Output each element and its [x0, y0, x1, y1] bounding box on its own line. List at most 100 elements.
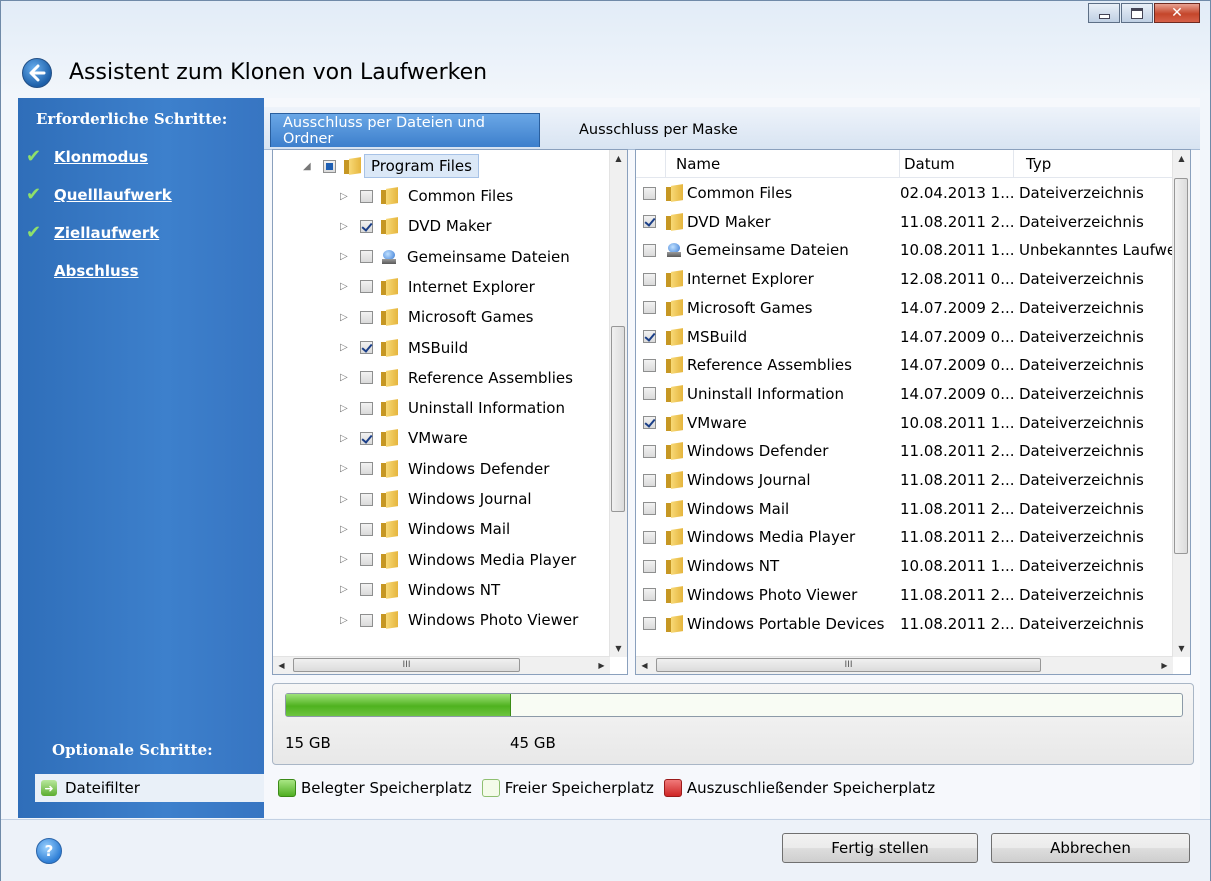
row-checkbox[interactable] — [643, 330, 656, 343]
expand-icon[interactable]: ▷ — [340, 433, 350, 444]
list-row[interactable]: Internet Explorer 12.08.2011 0... Dateiver… — [636, 264, 1174, 294]
tree-checkbox[interactable] — [323, 159, 336, 173]
tree-item[interactable]: ▷ Microsoft Games — [340, 302, 534, 332]
scroll-down-icon[interactable]: ▼ — [1173, 640, 1190, 657]
list-vertical-scrollbar[interactable]: ▲ ▼ — [1172, 150, 1190, 657]
list-row[interactable]: Microsoft Games 14.07.2009 2... Dateiverze… — [636, 293, 1174, 323]
step-quelllaufwerk[interactable]: ✔ Quelllaufwerk — [26, 184, 172, 205]
tree-item[interactable]: ▷ Reference Assemblies — [340, 363, 573, 393]
row-checkbox[interactable] — [643, 444, 656, 458]
column-header-name[interactable]: Name — [666, 150, 900, 177]
expand-icon[interactable]: ▷ — [340, 342, 350, 353]
row-checkbox[interactable] — [643, 617, 656, 630]
row-checkbox[interactable] — [643, 559, 656, 573]
tree-checkbox[interactable] — [360, 310, 373, 324]
expand-icon[interactable]: ▷ — [340, 584, 350, 595]
scroll-thumb[interactable]: III — [293, 658, 520, 672]
row-checkbox[interactable] — [643, 272, 656, 286]
step-klonmodus[interactable]: ✔ Klonmodus — [26, 146, 148, 167]
finish-button[interactable]: Fertig stellen — [782, 833, 978, 863]
step-abschluss[interactable]: Abschluss — [54, 262, 139, 280]
list-row[interactable]: Windows Defender 11.08.2011 2... Dateiverz… — [636, 436, 1174, 466]
row-checkbox[interactable] — [643, 301, 656, 315]
scroll-right-icon[interactable]: ▶ — [1156, 657, 1173, 674]
list-row[interactable]: VMware 10.08.2011 1... Dateiverzeichnis — [636, 408, 1174, 438]
tree-checkbox[interactable] — [360, 401, 373, 415]
scroll-up-icon[interactable]: ▲ — [1173, 150, 1190, 167]
list-row[interactable]: Common Files 02.04.2013 1... Dateiverzeich… — [636, 178, 1174, 208]
back-button[interactable] — [22, 58, 52, 88]
tree-item[interactable]: ▷ Common Files — [340, 181, 513, 211]
expand-icon[interactable]: ▷ — [340, 615, 350, 626]
expand-icon[interactable]: ▷ — [340, 221, 350, 232]
scroll-up-icon[interactable]: ▲ — [610, 150, 627, 167]
tree-checkbox[interactable] — [360, 613, 373, 627]
row-checkbox[interactable] — [643, 530, 656, 544]
tree-root-item[interactable]: ◢ Program Files — [303, 151, 479, 181]
tree-checkbox[interactable] — [360, 492, 373, 506]
list-row[interactable]: Windows NT 10.08.2011 1... Dateiverzeichni… — [636, 551, 1174, 581]
tree-item[interactable]: ▷ MSBuild — [340, 333, 468, 363]
tree-item[interactable]: ▷ Uninstall Information — [340, 393, 565, 423]
tree-item[interactable]: ▷ Gemeinsame Dateien — [340, 242, 570, 272]
expand-icon[interactable]: ▷ — [340, 554, 350, 565]
tree-checkbox[interactable] — [360, 553, 373, 567]
tree-item[interactable]: ▷ Windows Mail — [340, 514, 510, 544]
list-row[interactable]: Uninstall Information 14.07.2009 0... Date… — [636, 379, 1174, 409]
column-header-date[interactable]: Datum — [900, 150, 1014, 177]
list-horizontal-scrollbar[interactable]: ◀ III ▶ — [636, 656, 1173, 674]
tree-horizontal-scrollbar[interactable]: ◀ III ▶ — [273, 656, 610, 674]
list-row[interactable]: DVD Maker 11.08.2011 2... Dateiverzeichnis — [636, 207, 1174, 237]
row-checkbox[interactable] — [643, 588, 656, 602]
row-checkbox[interactable] — [643, 186, 656, 200]
row-checkbox[interactable] — [643, 215, 656, 229]
expand-icon[interactable]: ▷ — [340, 251, 350, 262]
tree-item[interactable]: ▷ Windows Journal — [340, 484, 532, 514]
list-row[interactable]: Gemeinsame Dateien 10.08.2011 1... Unbekan… — [636, 235, 1176, 265]
tree-vertical-scrollbar[interactable]: ▲ ▼ — [609, 150, 627, 657]
tree-checkbox[interactable] — [360, 280, 373, 294]
row-checkbox[interactable] — [643, 473, 656, 487]
maximize-button[interactable] — [1121, 3, 1153, 23]
tree-checkbox[interactable] — [360, 583, 373, 597]
tree-item[interactable]: ▷ VMware — [340, 423, 468, 453]
cancel-button[interactable]: Abbrechen — [991, 833, 1190, 863]
list-row[interactable]: Windows Portable Devices 11.08.2011 2... D… — [636, 609, 1174, 639]
step-dateifilter[interactable]: ➜ Dateifilter — [35, 774, 264, 802]
tree-checkbox[interactable] — [360, 462, 373, 476]
expand-icon[interactable]: ▷ — [340, 191, 350, 202]
tree-checkbox[interactable] — [360, 189, 373, 203]
tree-item[interactable]: ▷ Windows NT — [340, 575, 500, 605]
list-row[interactable]: Windows Journal 11.08.2011 2... Dateiverze… — [636, 465, 1174, 495]
expand-icon[interactable]: ▷ — [340, 463, 350, 474]
tree-checkbox[interactable] — [360, 250, 373, 264]
tree-item[interactable]: ▷ Windows Media Player — [340, 545, 576, 575]
expand-icon[interactable]: ▷ — [340, 524, 350, 535]
tree-item[interactable]: ▷ Windows Defender — [340, 454, 549, 484]
expand-icon[interactable]: ▷ — [340, 312, 350, 323]
scroll-right-icon[interactable]: ▶ — [593, 657, 610, 674]
expand-icon[interactable]: ▷ — [340, 372, 350, 383]
scroll-left-icon[interactable]: ◀ — [273, 657, 290, 674]
collapse-icon[interactable]: ◢ — [303, 161, 313, 172]
tree-checkbox[interactable] — [360, 431, 373, 445]
scroll-thumb[interactable] — [611, 326, 625, 512]
tree-checkbox[interactable] — [360, 522, 373, 536]
tree-checkbox[interactable] — [360, 371, 373, 385]
tree-item[interactable]: ▷ Windows Photo Viewer — [340, 605, 578, 635]
row-checkbox[interactable] — [643, 387, 656, 401]
list-row[interactable]: Windows Media Player 11.08.2011 2... Datei… — [636, 522, 1174, 552]
list-row[interactable]: Reference Assemblies 14.07.2009 0... Datei… — [636, 350, 1174, 380]
row-checkbox[interactable] — [643, 358, 656, 372]
tree-checkbox[interactable] — [360, 219, 373, 233]
column-header-type[interactable]: Typ — [1014, 150, 1174, 177]
help-icon[interactable]: ? — [36, 838, 62, 864]
list-row[interactable]: MSBuild 14.07.2009 0... Dateiverzeichnis — [636, 322, 1174, 352]
tree-item[interactable]: ▷ Internet Explorer — [340, 272, 535, 302]
list-row[interactable]: Windows Mail 11.08.2011 2... Dateiverzeich… — [636, 494, 1174, 524]
tree-item[interactable]: ▷ DVD Maker — [340, 211, 492, 241]
scroll-thumb[interactable] — [1174, 178, 1188, 554]
scroll-down-icon[interactable]: ▼ — [610, 640, 627, 657]
row-checkbox[interactable] — [643, 243, 656, 257]
minimize-button[interactable] — [1088, 3, 1120, 23]
